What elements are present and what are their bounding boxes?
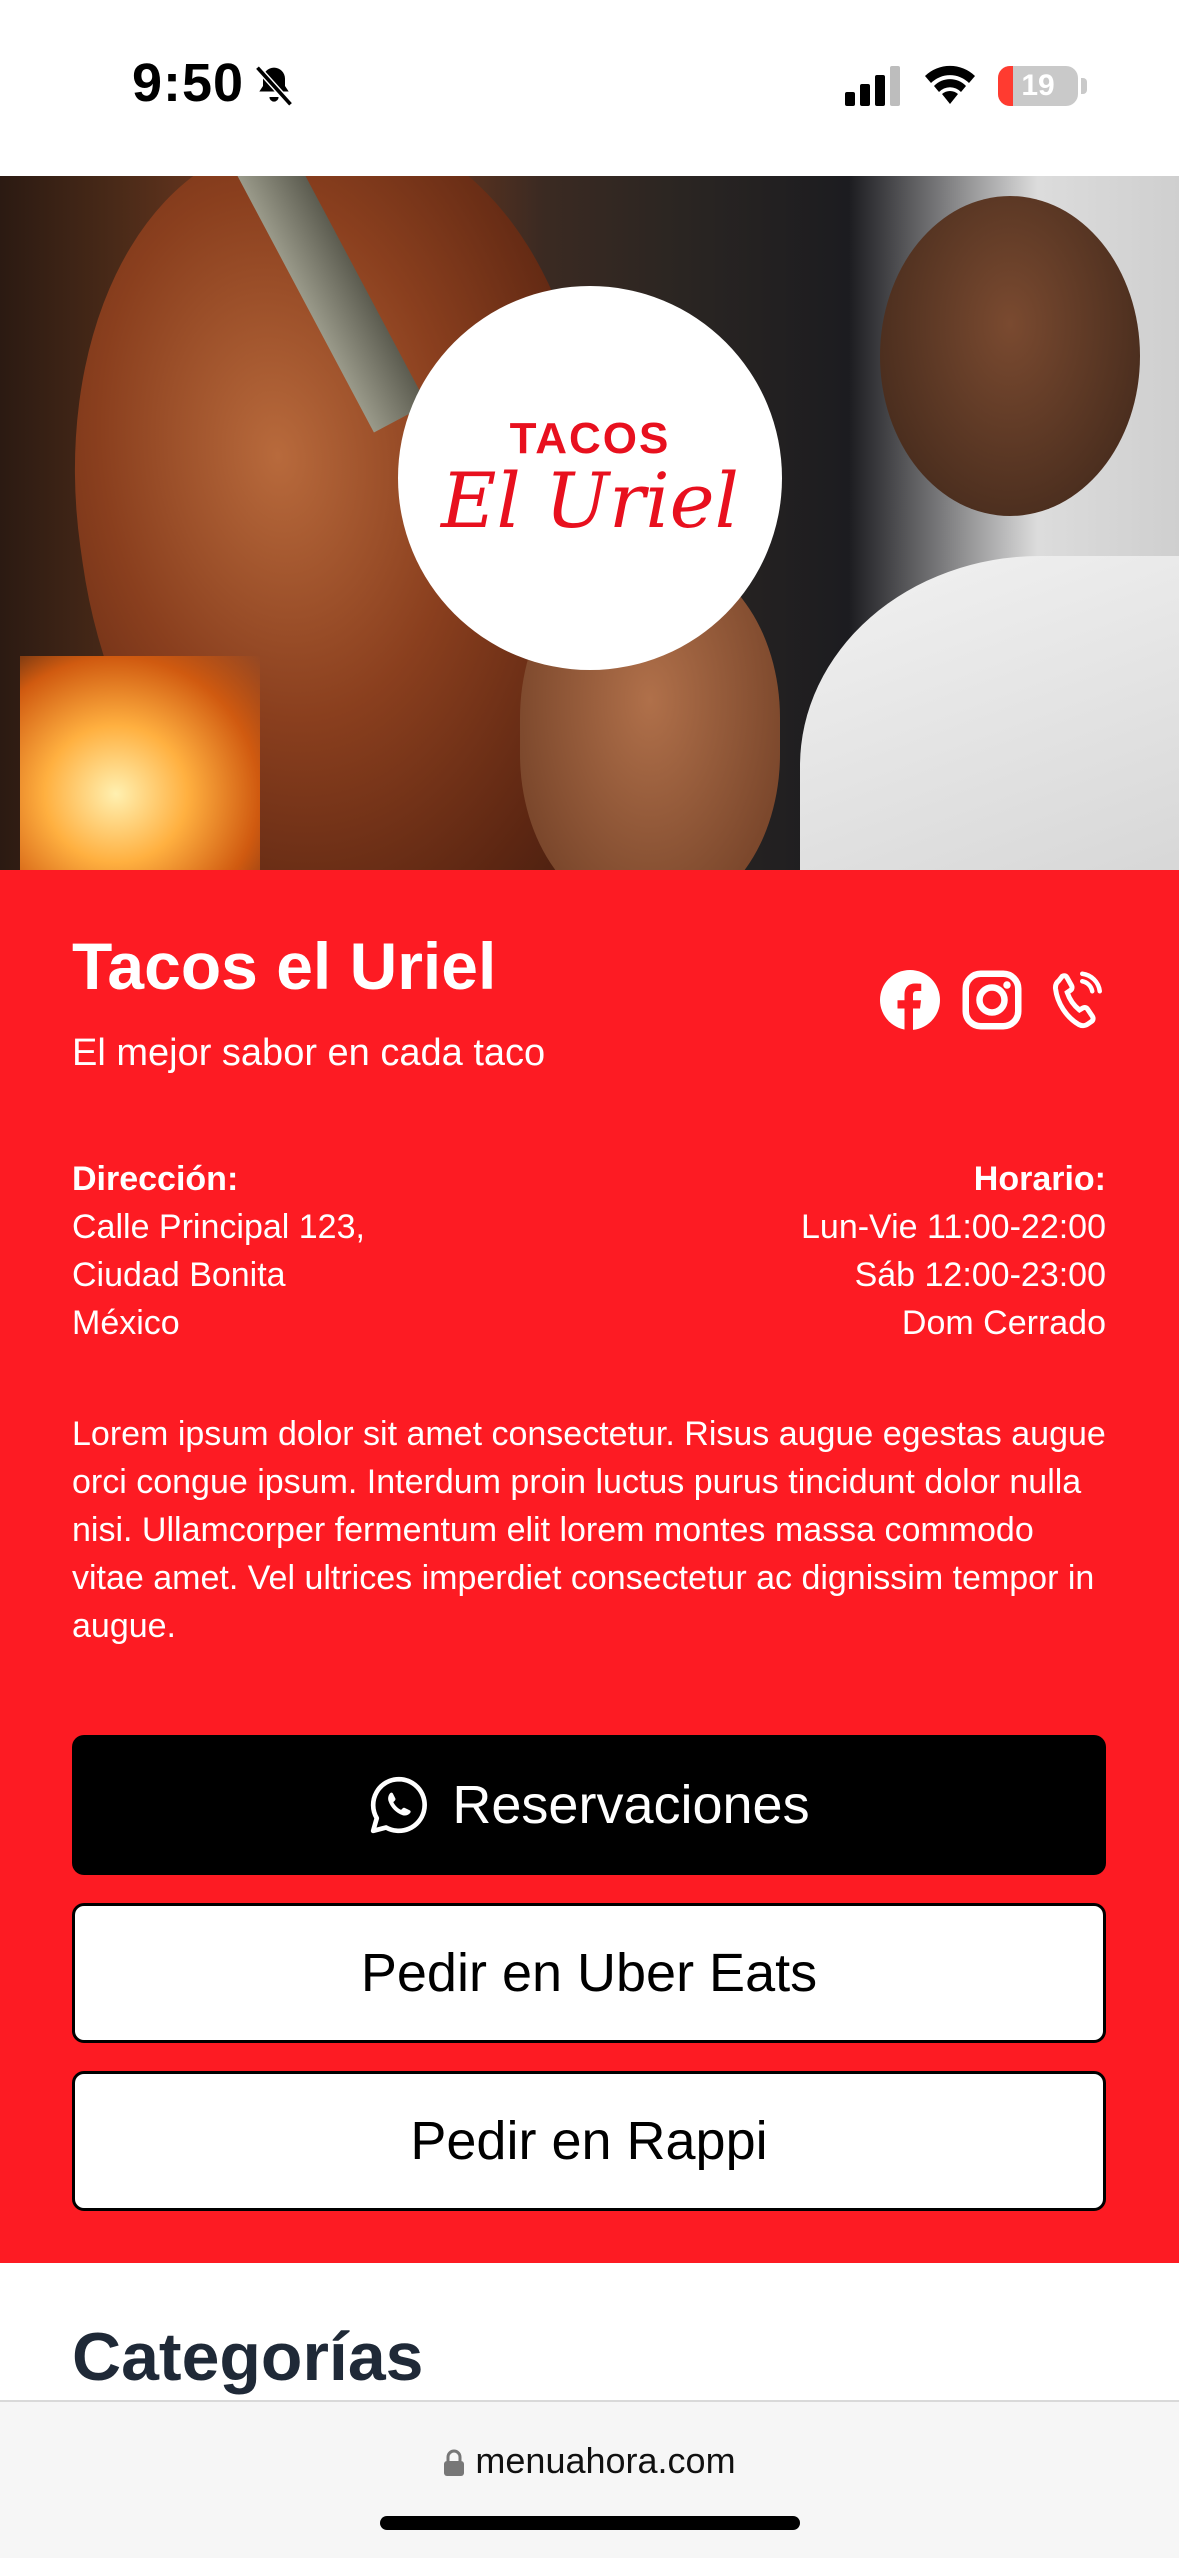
battery-percent: 19 <box>1021 69 1055 102</box>
battery-indicator: 19 <box>998 66 1078 106</box>
restaurant-description: Lorem ipsum dolor sit amet consectetur. … <box>72 1415 1106 1645</box>
whatsapp-icon <box>368 1774 430 1836</box>
hours-line: Dom Cerrado <box>901 1304 1106 1342</box>
reservations-button-label: Reservaciones <box>452 1775 810 1835</box>
lock-icon <box>444 2450 465 2477</box>
hero-cook-head <box>880 196 1140 516</box>
home-indicator[interactable] <box>380 2516 800 2530</box>
restaurant-name: Tacos el Uriel <box>72 929 497 1003</box>
url-display[interactable]: menuahora.com <box>0 2440 1179 2482</box>
rappi-button-label: Pedir en Rappi <box>410 2111 768 2171</box>
uber-eats-button[interactable]: Pedir en Uber Eats <box>72 1903 1106 2043</box>
hours-label: Horario: <box>973 1160 1106 1198</box>
cellular-signal-icon <box>845 66 900 106</box>
wifi-icon <box>925 65 975 104</box>
hero-fire <box>20 656 260 870</box>
facebook-icon[interactable] <box>880 970 940 1030</box>
hero-cook-shirt <box>800 556 1179 870</box>
status-time: 9:50 <box>132 53 245 113</box>
reservations-button[interactable]: Reservaciones <box>72 1735 1106 1875</box>
address-line: Calle Principal 123, <box>72 1208 365 1246</box>
logo-text-name: El Uriel <box>441 456 739 545</box>
address-label: Dirección: <box>72 1160 239 1198</box>
uber-eats-button-label: Pedir en Uber Eats <box>360 1943 818 2003</box>
battery-tip <box>1081 78 1087 94</box>
hours-line: Sáb 12:00-23:00 <box>854 1256 1106 1294</box>
rappi-button[interactable]: Pedir en Rappi <box>72 2071 1106 2211</box>
phone-icon[interactable] <box>1046 970 1106 1030</box>
instagram-icon[interactable] <box>962 970 1022 1030</box>
url-text: menuahora.com <box>475 2440 736 2481</box>
restaurant-tagline: El mejor sabor en cada taco <box>72 1032 546 1074</box>
categories-heading: Categorías <box>72 2319 424 2395</box>
bell-muted-icon <box>255 65 293 107</box>
hours-line: Lun-Vie 11:00-22:00 <box>801 1208 1106 1246</box>
browser-address-bar[interactable]: menuahora.com <box>0 2400 1179 2558</box>
status-bar: 9:50 19 <box>0 0 1179 176</box>
address-line: Ciudad Bonita <box>72 1256 286 1294</box>
restaurant-info-section: Tacos el Uriel El mejor sabor en cada ta… <box>0 870 1179 2263</box>
restaurant-logo: TACOS El Uriel <box>398 286 782 670</box>
address-line: México <box>72 1304 180 1342</box>
